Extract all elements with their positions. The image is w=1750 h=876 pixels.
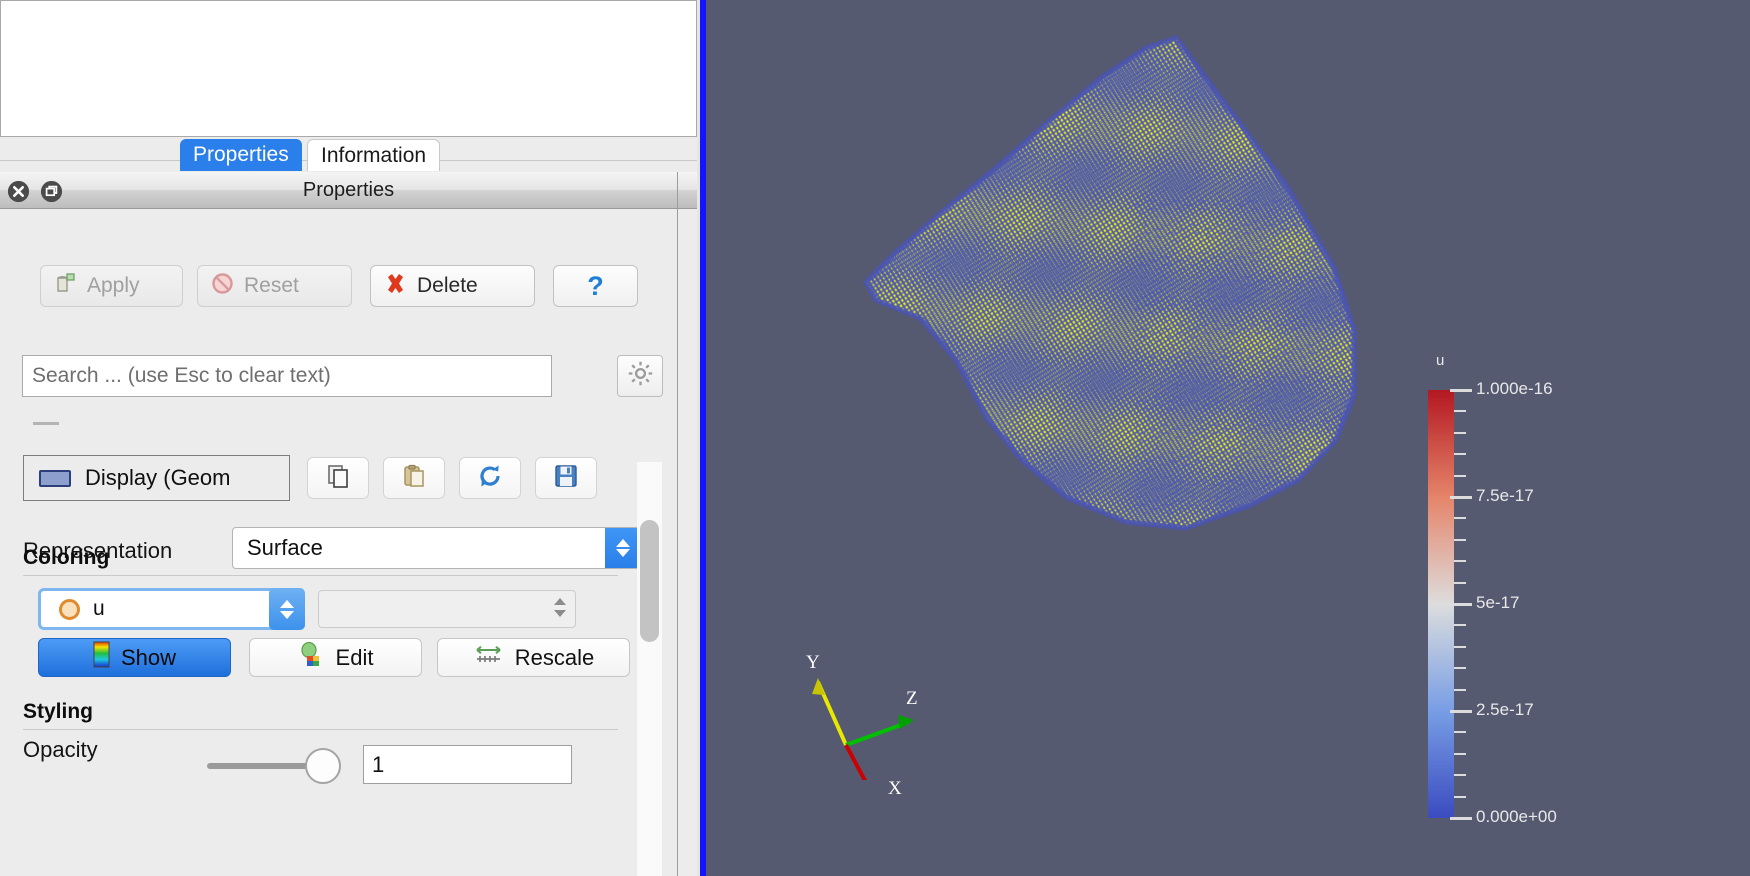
color-legend[interactable]: u 1.000e-16 7.5e-17 5e-17 2.5e-17 0.000e+00 [1426, 340, 1746, 840]
render-view[interactable]: Y Z X u 1.000e-16 7.5e-17 5e-17 2.5e-17 0.00… [706, 0, 1750, 876]
advanced-properties-button[interactable] [617, 355, 663, 397]
undock-icon[interactable] [41, 181, 62, 202]
legend-major-tick [1450, 496, 1472, 499]
rescale-range-button[interactable]: Rescale [437, 638, 630, 677]
representation-combo[interactable]: Surface [232, 527, 641, 569]
color-legend-title: u [1436, 352, 1444, 369]
color-array-combo[interactable]: u [38, 588, 305, 630]
delete-label: Delete [417, 274, 478, 298]
legend-minor-tick [1454, 453, 1466, 455]
save-as-defaults-icon [553, 463, 579, 494]
axis-label-y: Y [806, 652, 820, 674]
restore-defaults-icon [477, 463, 503, 494]
rescale-label: Rescale [515, 645, 594, 671]
properties-action-toolbar: Apply Reset Delete ? [0, 265, 697, 309]
panel-tabbar: Properties Information [0, 139, 697, 172]
reset-button[interactable]: Reset [197, 265, 352, 307]
legend-minor-tick [1454, 796, 1466, 798]
legend-minor-tick [1454, 582, 1466, 584]
legend-tick-label: 7.5e-17 [1476, 486, 1534, 506]
legend-minor-tick [1454, 517, 1466, 519]
legend-major-tick [1450, 710, 1472, 713]
legend-minor-tick [1454, 667, 1466, 669]
delete-button[interactable]: Delete [370, 265, 535, 307]
properties-dock-panel: Properties Information Properties Apply … [0, 0, 700, 876]
legend-minor-tick [1454, 689, 1466, 691]
opacity-input[interactable]: 1 [363, 745, 572, 784]
legend-minor-tick [1454, 432, 1466, 434]
styling-heading: Styling [23, 700, 93, 724]
show-label: Show [121, 645, 176, 671]
representation-spinner-icon[interactable] [605, 528, 640, 568]
legend-tick-label: 5e-17 [1476, 593, 1519, 613]
edit-color-map-icon [298, 642, 325, 674]
restore-defaults-button[interactable] [459, 457, 521, 499]
color-array-value: u [93, 597, 105, 621]
apply-label: Apply [87, 274, 140, 298]
scrollbar-thumb[interactable] [640, 520, 659, 642]
copy-button[interactable] [307, 457, 369, 499]
legend-tick-label: 2.5e-17 [1476, 700, 1534, 720]
close-icon[interactable] [8, 181, 29, 202]
edit-label: Edit [336, 645, 374, 671]
reset-icon [210, 271, 235, 302]
paste-icon [401, 463, 427, 494]
search-input[interactable] [22, 355, 552, 397]
edit-color-map-button[interactable]: Edit [249, 638, 422, 677]
apply-icon [53, 271, 78, 302]
panel-titlebar: Properties [0, 172, 697, 209]
legend-major-tick [1450, 817, 1472, 820]
tab-information[interactable]: Information [307, 139, 440, 171]
opacity-label: Opacity [23, 737, 98, 763]
delete-icon [383, 271, 408, 302]
legend-major-tick [1450, 603, 1472, 606]
display-section-row: Display (Geom [0, 455, 697, 503]
properties-search-row [0, 355, 697, 397]
copy-icon [325, 463, 351, 494]
panel-right-edge [677, 172, 678, 876]
reset-label: Reset [244, 274, 299, 298]
legend-tick-label: 0.000e+00 [1476, 807, 1557, 827]
opacity-slider-handle[interactable] [305, 748, 341, 784]
point-data-icon [59, 599, 80, 620]
representation-value: Surface [247, 535, 323, 560]
legend-minor-tick [1454, 774, 1466, 776]
color-component-spinner-icon[interactable] [554, 598, 566, 617]
legend-minor-tick [1454, 646, 1466, 648]
paste-button[interactable] [383, 457, 445, 499]
show-color-legend-button[interactable]: Show [38, 638, 231, 677]
legend-minor-tick [1454, 539, 1466, 541]
legend-minor-tick [1454, 560, 1466, 562]
legend-minor-tick [1454, 475, 1466, 477]
axis-label-z: Z [906, 688, 918, 710]
rescale-range-icon [473, 642, 504, 674]
display-section-label: Display (Geom [85, 465, 230, 491]
legend-tick-label: 1.000e-16 [1476, 379, 1553, 399]
color-array-spinner-icon[interactable] [269, 588, 305, 630]
panel-title: Properties [0, 172, 697, 208]
coloring-rule [23, 575, 618, 576]
color-legend-icon [93, 641, 110, 674]
legend-minor-tick [1454, 410, 1466, 412]
legend-minor-tick [1454, 624, 1466, 626]
legend-minor-tick [1454, 731, 1466, 733]
help-button[interactable]: ? [553, 265, 638, 307]
coloring-heading: Coloring [23, 546, 109, 570]
properties-scrollbar[interactable] [637, 462, 662, 876]
pipeline-browser[interactable] [0, 0, 697, 137]
display-section-header[interactable]: Display (Geom [23, 455, 290, 501]
apply-button[interactable]: Apply [40, 265, 183, 307]
legend-major-tick [1450, 389, 1472, 392]
help-icon: ? [587, 273, 604, 300]
tab-properties[interactable]: Properties [180, 139, 302, 171]
color-component-combo[interactable] [318, 590, 576, 628]
styling-rule [23, 729, 618, 730]
display-swatch-icon [39, 470, 71, 487]
gear-icon [627, 360, 654, 392]
legend-minor-tick [1454, 753, 1466, 755]
orientation-axes-widget[interactable]: Y Z X [746, 600, 926, 780]
save-as-defaults-button[interactable] [535, 457, 597, 499]
section-collapse-handle[interactable] [33, 422, 59, 425]
axis-label-x: X [888, 778, 902, 800]
